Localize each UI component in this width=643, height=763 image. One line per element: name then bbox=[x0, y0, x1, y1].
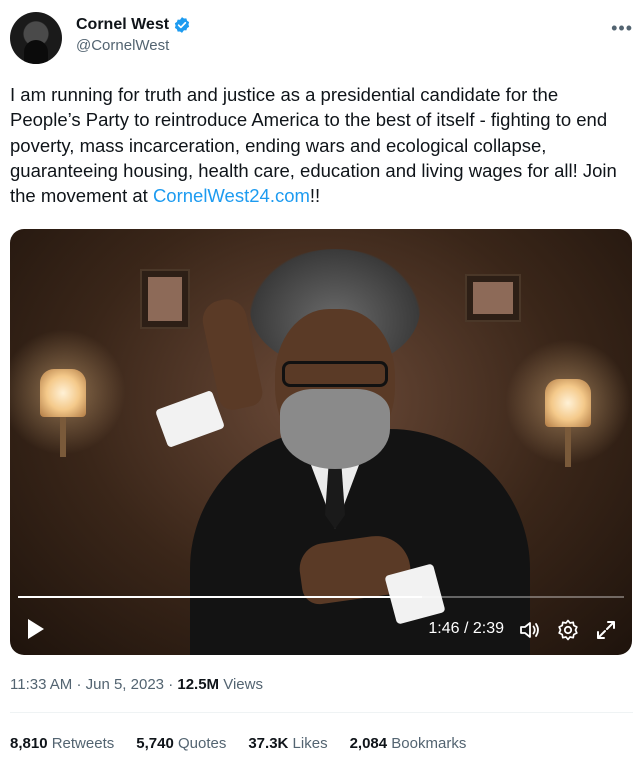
engagement-stats: 8,810 Retweets 5,740 Quotes 37.3K Likes … bbox=[10, 735, 466, 752]
tweet-body-end: !! bbox=[309, 185, 321, 207]
more-options-icon[interactable]: ••• bbox=[611, 18, 633, 39]
divider bbox=[10, 712, 633, 713]
video-time: 1:46 / 2:39 bbox=[428, 620, 504, 637]
handle[interactable]: @CornelWest bbox=[76, 37, 191, 54]
video-player[interactable]: 1:46 / 2:39 bbox=[10, 229, 632, 655]
quotes-label: Quotes bbox=[177, 735, 227, 752]
bookmarks-label: Bookmarks bbox=[391, 735, 467, 752]
quotes-stat[interactable]: 5,740 Quotes bbox=[136, 735, 226, 752]
tweet-date[interactable]: Jun 5, 2023 bbox=[86, 676, 164, 693]
tweet-header: Cornel West @CornelWest ••• bbox=[10, 12, 633, 64]
meta-separator: · bbox=[168, 676, 178, 693]
tweet-text: I am running for truth and justice as a … bbox=[10, 82, 630, 208]
display-name-row: Cornel West bbox=[76, 16, 191, 34]
speaker bbox=[130, 249, 550, 655]
volume-icon[interactable] bbox=[518, 618, 542, 642]
tweet-meta: 11:33 AM · Jun 5, 2023 · 12.5M Views bbox=[10, 676, 263, 693]
meta-separator: · bbox=[76, 676, 86, 693]
settings-icon[interactable] bbox=[556, 618, 580, 642]
retweets-label: Retweets bbox=[51, 735, 115, 752]
views-label: Views bbox=[223, 676, 263, 693]
tweet-time[interactable]: 11:33 AM bbox=[10, 676, 72, 693]
video-controls: 1:46 / 2:39 bbox=[10, 605, 632, 655]
video-frame bbox=[10, 229, 632, 655]
author-info: Cornel West @CornelWest bbox=[76, 16, 191, 54]
quotes-count: 5,740 bbox=[136, 735, 174, 752]
retweets-stat[interactable]: 8,810 Retweets bbox=[10, 735, 114, 752]
video-progress-bar[interactable] bbox=[18, 596, 624, 598]
display-name[interactable]: Cornel West bbox=[76, 16, 169, 34]
likes-label: Likes bbox=[292, 735, 328, 752]
views-count: 12.5M bbox=[177, 676, 220, 693]
video-progress-fill bbox=[18, 596, 423, 598]
bookmarks-stat[interactable]: 2,084 Bookmarks bbox=[350, 735, 467, 752]
avatar[interactable] bbox=[10, 12, 62, 64]
verified-badge-icon bbox=[174, 17, 190, 33]
bookmarks-count: 2,084 bbox=[349, 735, 388, 752]
likes-stat[interactable]: 37.3K Likes bbox=[248, 735, 327, 752]
play-icon[interactable] bbox=[26, 617, 46, 641]
retweets-count: 8,810 bbox=[10, 735, 48, 752]
fullscreen-icon[interactable] bbox=[594, 618, 618, 642]
likes-count: 37.3K bbox=[248, 735, 289, 752]
website-link[interactable]: CornelWest24.com bbox=[153, 185, 310, 206]
